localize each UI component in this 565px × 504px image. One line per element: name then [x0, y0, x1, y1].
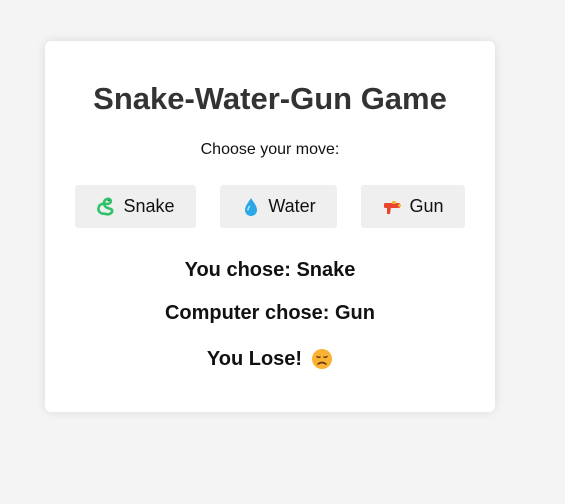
user-choice-text: You chose: Snake: [184, 259, 356, 281]
snake-button-label: Snake: [123, 196, 175, 216]
snake-button[interactable]: Snake: [75, 185, 196, 228]
droplet-icon: [241, 197, 261, 217]
outcome-text: You Lose!: [206, 348, 303, 370]
sad-face-icon: [311, 348, 333, 370]
snake-icon: [96, 197, 116, 217]
game-card: Snake-Water-Gun Game Choose your move: S…: [45, 41, 495, 412]
water-button[interactable]: Water: [220, 185, 337, 228]
gun-button-label: Gun: [409, 196, 444, 216]
page-title: Snake-Water-Gun Game: [93, 81, 447, 116]
choose-move-prompt: Choose your move:: [200, 141, 340, 158]
water-gun-icon: [382, 197, 402, 217]
water-button-label: Water: [268, 196, 316, 216]
outcome-line: You Lose!: [45, 347, 495, 371]
gun-button[interactable]: Gun: [361, 185, 465, 228]
computer-choice-text: Computer chose: Gun: [164, 302, 375, 324]
